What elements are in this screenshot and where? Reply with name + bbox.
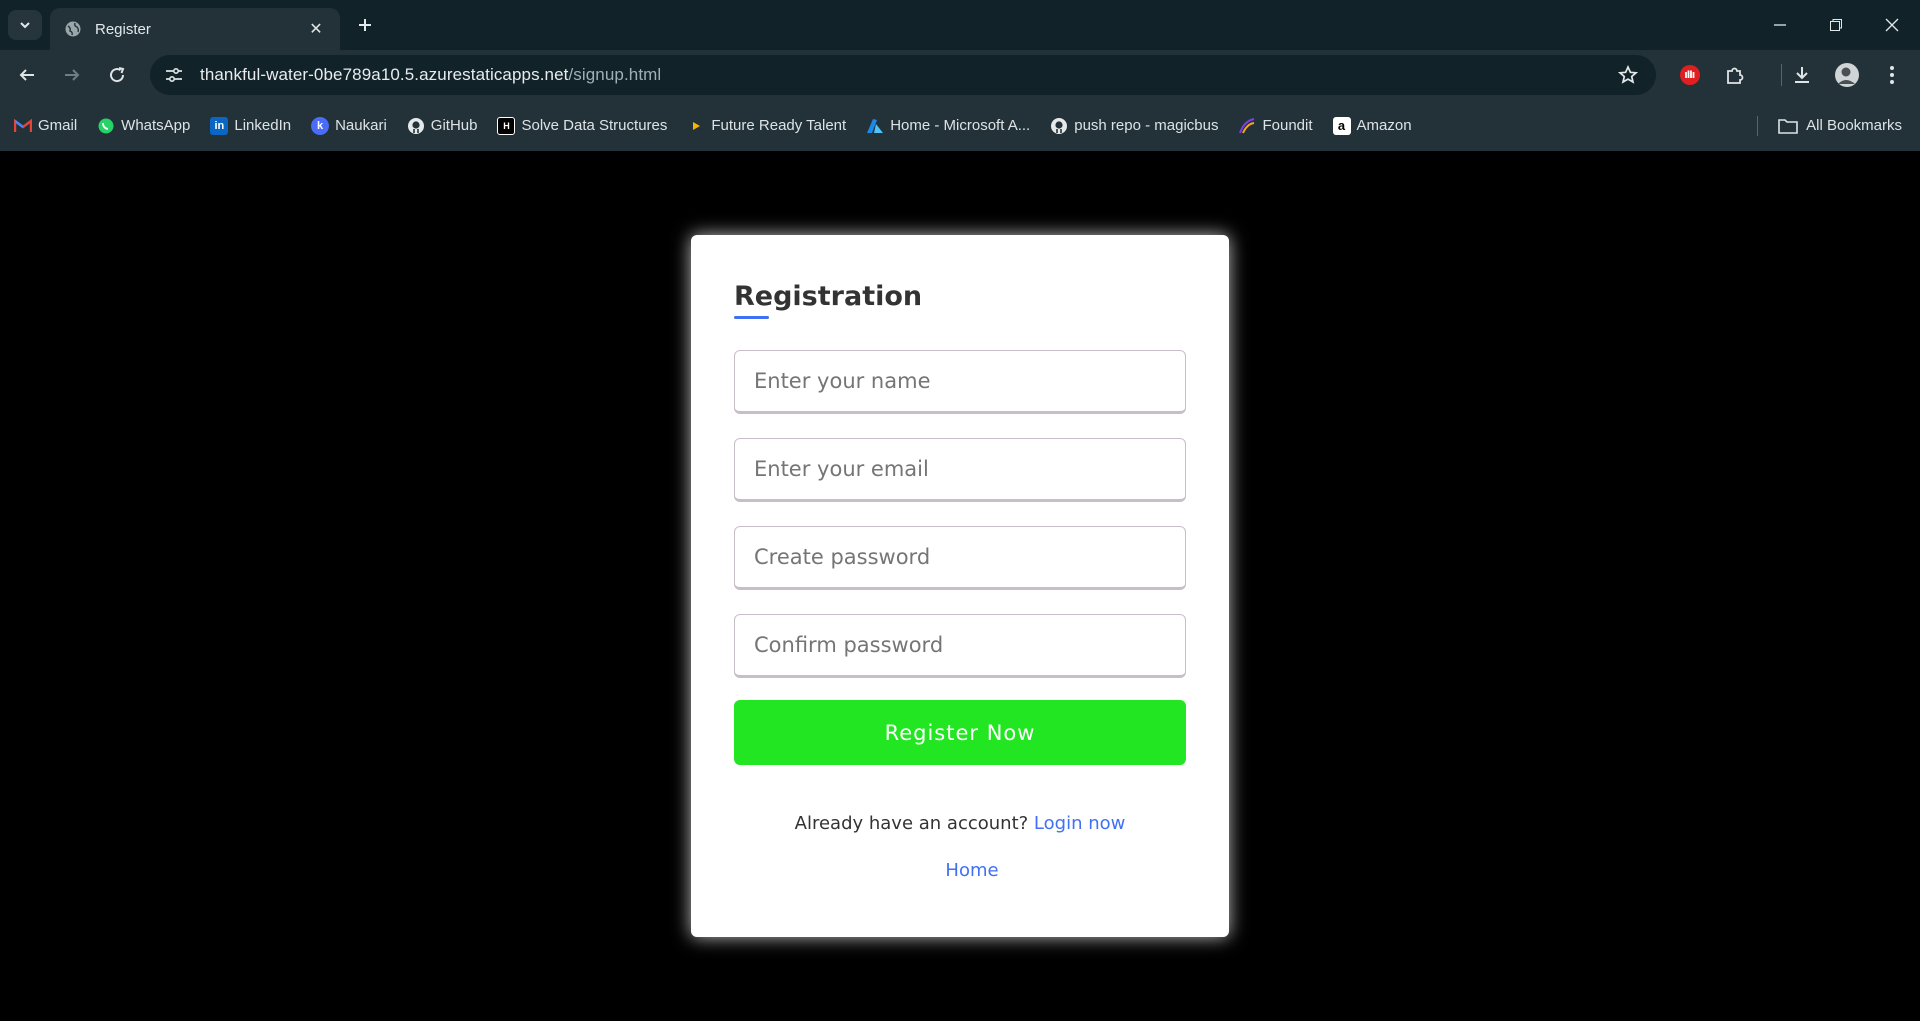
arrow-right-icon <box>65 69 80 81</box>
bookmark-label: Solve Data Structures <box>521 117 668 134</box>
naukri-icon: k <box>311 116 330 135</box>
reload-icon <box>110 67 125 83</box>
title-underline <box>734 316 769 319</box>
bookmark-label: Naukari <box>335 117 387 134</box>
close-window-button[interactable] <box>1864 0 1920 50</box>
minimize-icon <box>1774 24 1786 26</box>
bookmark-github[interactable]: GitHub <box>407 117 478 135</box>
register-now-button[interactable]: Register Now <box>734 700 1186 765</box>
registration-card: Registration Register Now Already have a… <box>691 235 1229 937</box>
bookmark-label: Future Ready Talent <box>711 117 847 134</box>
bookmark-amazon[interactable]: a Amazon <box>1332 116 1412 135</box>
new-tab-button[interactable] <box>352 12 378 38</box>
bookmark-label: WhatsApp <box>121 117 191 134</box>
bookmark-foundit[interactable]: Foundit <box>1238 117 1313 135</box>
tab-register[interactable]: Register ✕ <box>50 8 340 50</box>
foundit-icon <box>1238 117 1256 135</box>
url-text: thankful-water-0be789a10.5.azurestaticap… <box>200 65 661 85</box>
url-path: /signup.html <box>568 65 662 84</box>
menu-kebab-icon[interactable] <box>1876 59 1908 91</box>
chevron-down-icon <box>20 22 30 29</box>
tab-search-button[interactable] <box>8 10 42 40</box>
home-link[interactable]: Home <box>734 860 1186 881</box>
bookmark-label: GitHub <box>430 117 478 134</box>
all-bookmarks-button[interactable]: All Bookmarks <box>1778 100 1902 151</box>
arrow-left-icon <box>19 69 34 81</box>
account-prompt-text: Already have an account? <box>794 813 1029 834</box>
gmail-icon <box>14 117 32 135</box>
close-tab-icon[interactable]: ✕ <box>306 19 326 39</box>
forward-button[interactable] <box>54 57 90 93</box>
all-bookmarks-label: All Bookmarks <box>1806 117 1902 134</box>
adblock-extension-icon[interactable] <box>1674 59 1706 91</box>
plus-icon <box>359 19 371 31</box>
browser-toolbar: thankful-water-0be789a10.5.azurestaticap… <box>0 50 1920 100</box>
create-password-input[interactable] <box>734 526 1186 590</box>
site-info-icon[interactable] <box>156 60 192 90</box>
bookmark-future-ready-talent[interactable]: Future Ready Talent <box>687 117 846 135</box>
github-icon <box>1050 117 1068 135</box>
restore-button[interactable] <box>1808 0 1864 50</box>
bookmarks-separator <box>1757 116 1758 136</box>
reload-button[interactable] <box>99 57 135 93</box>
azure-icon <box>866 117 884 135</box>
back-button[interactable] <box>9 57 45 93</box>
bookmark-naukari[interactable]: k Naukari <box>311 116 387 135</box>
bookmark-label: push repo - magicbus <box>1074 117 1219 134</box>
bookmarks-bar: Gmail WhatsApp in LinkedIn k Naukari Git… <box>0 100 1920 151</box>
bookmark-microsoft-azure[interactable]: Home - Microsoft A... <box>866 117 1030 135</box>
bookmark-label: Amazon <box>1356 117 1412 134</box>
hackerrank-icon: H <box>497 116 516 135</box>
bookmark-solve-data-structures[interactable]: H Solve Data Structures <box>497 116 668 135</box>
minimize-button[interactable] <box>1752 0 1808 50</box>
login-prompt: Already have an account? Login now <box>734 813 1186 834</box>
address-bar[interactable]: thankful-water-0be789a10.5.azurestaticap… <box>150 55 1656 95</box>
name-input[interactable] <box>734 350 1186 414</box>
login-now-link[interactable]: Login now <box>1034 813 1125 834</box>
url-host: thankful-water-0be789a10.5.azurestaticap… <box>200 65 569 84</box>
profile-avatar-icon[interactable] <box>1831 59 1863 91</box>
page-title: Registration <box>734 281 923 319</box>
amazon-icon: a <box>1332 116 1351 135</box>
globe-icon <box>64 20 82 38</box>
page-body: Registration Register Now Already have a… <box>0 151 1920 1021</box>
close-icon <box>1885 18 1899 32</box>
bookmark-linkedin[interactable]: in LinkedIn <box>210 116 292 135</box>
bookmark-label: Gmail <box>38 117 78 134</box>
browser-chrome: Register ✕ thankful-water-0be789a10.5.az… <box>0 0 1920 151</box>
linkedin-icon: in <box>210 116 229 135</box>
bookmark-whatsapp[interactable]: WhatsApp <box>97 117 190 135</box>
extensions-puzzle-icon[interactable] <box>1719 59 1751 91</box>
confirm-password-input[interactable] <box>734 614 1186 678</box>
bookmark-star-icon[interactable] <box>1616 63 1640 87</box>
registration-title: Registration <box>734 281 923 312</box>
tab-title: Register <box>95 20 151 38</box>
bookmark-label: LinkedIn <box>234 117 292 134</box>
bookmark-gmail[interactable]: Gmail <box>14 117 77 135</box>
downloads-icon[interactable] <box>1786 59 1818 91</box>
play-icon <box>687 117 705 135</box>
restore-icon <box>1830 19 1842 31</box>
folder-icon <box>1778 118 1798 134</box>
registration-form: Register Now <box>734 350 1186 765</box>
email-input[interactable] <box>734 438 1186 502</box>
window-controls <box>1752 0 1920 50</box>
bookmark-label: Home - Microsoft A... <box>890 117 1031 134</box>
github-icon <box>407 117 425 135</box>
bookmark-label: Foundit <box>1262 117 1313 134</box>
tab-strip: Register ✕ <box>0 0 1920 50</box>
whatsapp-icon <box>97 117 115 135</box>
bookmark-push-repo[interactable]: push repo - magicbus <box>1050 117 1218 135</box>
